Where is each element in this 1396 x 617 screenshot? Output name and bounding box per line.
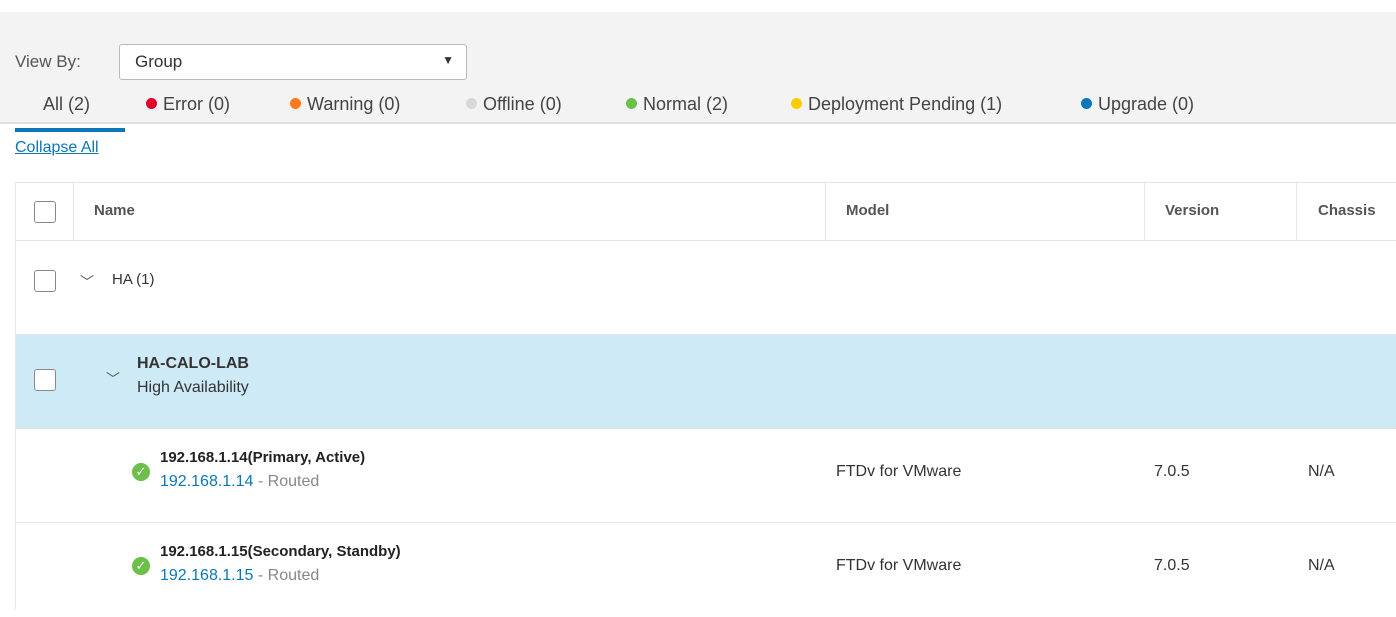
device-version: 7.0.5 xyxy=(1154,463,1190,480)
device-subline: 192.168.1.15 - Routed xyxy=(160,567,319,585)
header-chassis-cell[interactable]: Chassis xyxy=(1297,183,1396,240)
device-ip-link[interactable]: 192.168.1.14 xyxy=(160,473,253,490)
tab-label: All (2) xyxy=(43,94,91,114)
device-subline: 192.168.1.14 - Routed xyxy=(160,473,319,491)
table-row[interactable]: ✓ 192.168.1.14(Primary, Active) 192.168.… xyxy=(16,429,1396,523)
device-mode: - Routed xyxy=(257,567,320,584)
view-by-label: View By: xyxy=(15,52,81,71)
tab-warning[interactable]: Warning (0) xyxy=(290,92,400,132)
select-all-checkbox[interactable] xyxy=(34,201,56,223)
device-model: FTDv for VMware xyxy=(836,463,962,480)
ha-checkbox[interactable] xyxy=(34,369,56,391)
tab-all[interactable]: All (2) xyxy=(15,92,125,132)
tab-label: Normal (2) xyxy=(643,94,729,114)
status-ok-icon: ✓ xyxy=(132,557,150,575)
tab-error[interactable]: Error (0) xyxy=(146,92,230,132)
tab-label: Upgrade (0) xyxy=(1098,94,1195,114)
device-title: 192.168.1.15(Secondary, Standby) xyxy=(160,543,401,560)
device-model: FTDv for VMware xyxy=(836,557,962,574)
chevron-down-icon[interactable]: ﹀ xyxy=(80,272,94,292)
status-ok-icon: ✓ xyxy=(132,463,150,481)
tab-label: Warning (0) xyxy=(307,94,401,114)
status-tabs: All (2) Error (0) Warning (0) Offline (0… xyxy=(0,92,1396,132)
device-ip-link[interactable]: 192.168.1.15 xyxy=(160,567,253,584)
tab-upgrade[interactable]: Upgrade (0) xyxy=(1081,92,1194,132)
header-name: Name xyxy=(94,202,135,219)
table-row[interactable]: ✓ 192.168.1.15(Secondary, Standby) 192.1… xyxy=(16,523,1396,617)
table-header: Name Model Version Chassis xyxy=(16,183,1396,241)
header-model: Model xyxy=(846,202,890,219)
header-name-cell[interactable]: Name xyxy=(74,183,826,240)
device-title: 192.168.1.14(Primary, Active) xyxy=(160,449,366,466)
caret-down-icon: ▼ xyxy=(442,53,454,67)
header-select-cell xyxy=(16,183,74,240)
warning-dot-icon xyxy=(290,98,301,109)
group-checkbox[interactable] xyxy=(34,270,56,292)
tab-deployment-pending[interactable]: Deployment Pending (1) xyxy=(791,92,1002,132)
tab-offline[interactable]: Offline (0) xyxy=(466,92,562,132)
view-by-value: Group xyxy=(135,52,183,71)
header-chassis: Chassis xyxy=(1318,202,1376,219)
pending-dot-icon xyxy=(791,98,802,109)
device-table: Name Model Version Chassis ﹀ HA (1) ﹀ HA… xyxy=(15,182,1396,609)
device-chassis: N/A xyxy=(1308,557,1335,574)
group-row[interactable]: ﹀ HA (1) xyxy=(16,241,1396,335)
view-by-select[interactable]: Group ▼ xyxy=(119,44,467,80)
upgrade-dot-icon xyxy=(1081,98,1092,109)
ha-pair-row[interactable]: ﹀ HA-CALO-LAB High Availability xyxy=(16,335,1396,429)
device-chassis: N/A xyxy=(1308,463,1335,480)
group-label: HA (1) xyxy=(112,271,155,288)
tab-label: Deployment Pending (1) xyxy=(808,94,1003,114)
error-dot-icon xyxy=(146,98,157,109)
collapse-all-link[interactable]: Collapse All xyxy=(15,139,99,157)
tab-label: Error (0) xyxy=(163,94,230,114)
normal-dot-icon xyxy=(626,98,637,109)
offline-dot-icon xyxy=(466,98,477,109)
header-model-cell[interactable]: Model xyxy=(826,183,1145,240)
device-mode: - Routed xyxy=(257,473,320,490)
tab-normal[interactable]: Normal (2) xyxy=(626,92,728,132)
tab-label: Offline (0) xyxy=(483,94,562,114)
header-version-cell[interactable]: Version xyxy=(1145,183,1297,240)
device-version: 7.0.5 xyxy=(1154,557,1190,574)
ha-subtitle: High Availability xyxy=(137,379,249,396)
toolbar: View By: Group ▼ All (2) Error (0) Warni… xyxy=(0,12,1396,132)
ha-name-link[interactable]: HA-CALO-LAB xyxy=(137,355,249,373)
chevron-down-icon[interactable]: ﹀ xyxy=(106,369,120,389)
header-version: Version xyxy=(1165,202,1220,219)
